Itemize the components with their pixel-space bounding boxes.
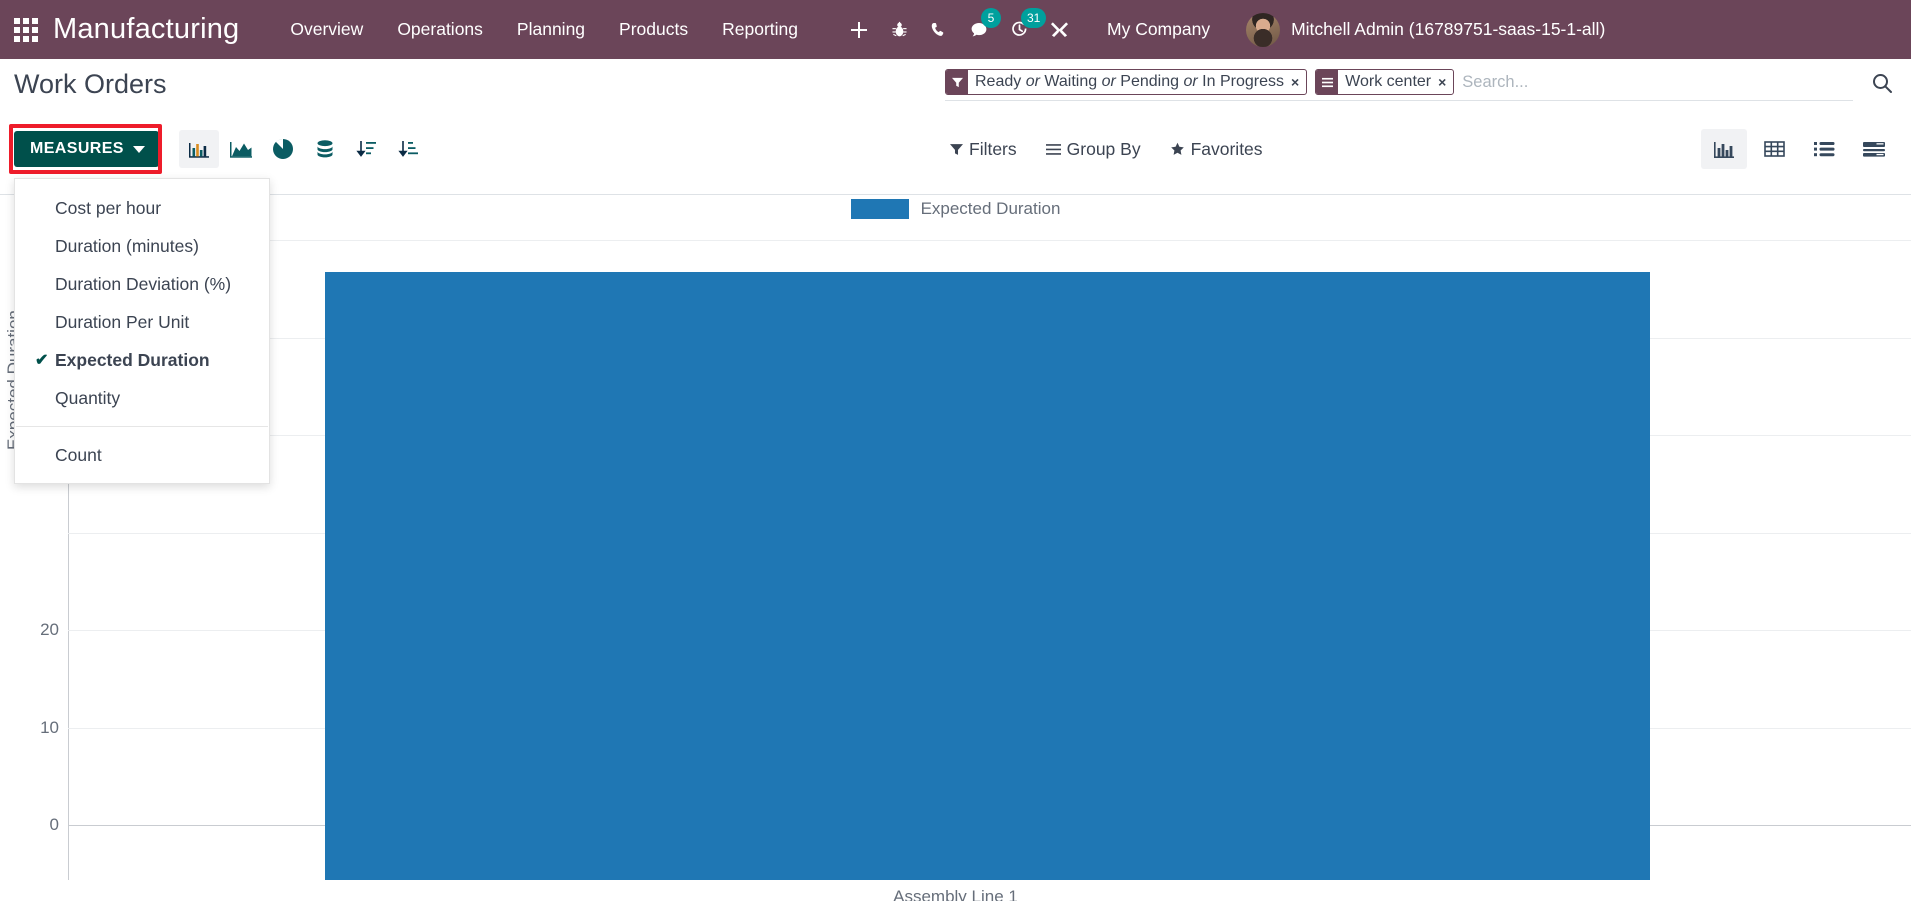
- star-icon: [1170, 142, 1184, 155]
- nav-item-operations[interactable]: Operations: [380, 0, 500, 59]
- bug-icon[interactable]: [879, 0, 919, 59]
- search-facet-workcenter[interactable]: Work center ×: [1315, 69, 1455, 95]
- tools-icon[interactable]: [1039, 0, 1079, 59]
- bar-chart-icon[interactable]: [178, 130, 219, 168]
- stacked-icon[interactable]: [305, 130, 345, 168]
- search-input[interactable]: [1462, 72, 1853, 92]
- y-tick-label: 10: [40, 717, 59, 737]
- user-menu[interactable]: Mitchell Admin (16789751-saas-15-1-all): [1246, 12, 1606, 47]
- phone-icon[interactable]: [919, 0, 959, 59]
- view-switcher: [1701, 121, 1897, 177]
- filters-menu-label: Filters: [969, 138, 1017, 159]
- favorites-menu[interactable]: Favorites: [1170, 139, 1263, 160]
- measure-item-expected-duration[interactable]: ✔ Expected Duration: [15, 341, 269, 379]
- measure-item-label: Count: [55, 444, 102, 465]
- chart-tools: [178, 130, 429, 168]
- avatar: [1246, 12, 1281, 47]
- nav-item-products[interactable]: Products: [602, 0, 705, 59]
- plus-icon[interactable]: [839, 0, 879, 59]
- measure-item-duration-minutes[interactable]: Duration (minutes): [15, 227, 269, 265]
- measure-item-label: Quantity: [55, 387, 121, 408]
- nav-item-reporting[interactable]: Reporting: [705, 0, 815, 59]
- graph-view-button[interactable]: [1701, 129, 1747, 169]
- measure-item-label: Duration Per Unit: [55, 311, 190, 332]
- sort-descending-icon[interactable]: [347, 130, 387, 168]
- messages-icon[interactable]: 5: [959, 0, 1001, 59]
- username-label: Mitchell Admin (16789751-saas-15-1-all): [1291, 19, 1606, 39]
- messages-badge: 5: [981, 8, 1001, 28]
- remove-facet-status-icon[interactable]: ×: [1291, 70, 1306, 94]
- apps-grid-icon[interactable]: [13, 17, 39, 43]
- bar-assembly-line-1[interactable]: [325, 272, 1650, 880]
- measures-dropdown-menu[interactable]: Cost per hour Duration (minutes) Duratio…: [14, 178, 270, 484]
- measure-item-label: Cost per hour: [55, 197, 162, 218]
- group-by-menu[interactable]: Group By: [1045, 138, 1141, 160]
- pivot-view-button[interactable]: [1751, 129, 1797, 169]
- top-navbar: Manufacturing Overview Operations Planni…: [0, 0, 1911, 59]
- gridline: [68, 240, 1911, 241]
- control-panel: Work Orders Ready or Waiting or Pending …: [0, 59, 1911, 195]
- search-view[interactable]: Ready or Waiting or Pending or In Progre…: [945, 69, 1853, 101]
- measure-item-label: Duration (minutes): [55, 235, 199, 256]
- funnel-icon: [946, 70, 968, 94]
- plot-area: 30 20 10 0: [40, 240, 1911, 880]
- sort-ascending-icon[interactable]: [389, 130, 429, 168]
- search-facet-status[interactable]: Ready or Waiting or Pending or In Progre…: [945, 69, 1308, 95]
- legend-swatch-expected-duration: [850, 199, 909, 219]
- x-tick-label: Assembly Line 1: [893, 887, 1018, 901]
- funnel-icon: [950, 143, 963, 155]
- activities-icon[interactable]: 31: [999, 0, 1047, 59]
- bars-icon: [1316, 70, 1339, 94]
- group-by-menu-label: Group By: [1066, 138, 1141, 159]
- measures-button-label: MEASURES: [30, 140, 124, 157]
- page-title: Work Orders: [14, 69, 167, 99]
- measures-wrap: MEASURES: [9, 124, 162, 174]
- control-panel-bottom-row: MEASURES Filters Group By Favorites: [0, 121, 1911, 177]
- favorites-menu-label: Favorites: [1190, 138, 1263, 159]
- measure-item-quantity[interactable]: Quantity: [15, 379, 269, 417]
- legend-label-expected-duration: Expected Duration: [920, 199, 1061, 218]
- filter-menus: Filters Group By Favorites: [950, 121, 1263, 177]
- line-chart-icon[interactable]: [221, 130, 261, 168]
- measure-item-duration-per-unit[interactable]: Duration Per Unit: [15, 303, 269, 341]
- app-brand-title[interactable]: Manufacturing: [53, 13, 239, 46]
- remove-facet-workcenter-icon[interactable]: ×: [1438, 70, 1453, 94]
- nav-item-planning[interactable]: Planning: [500, 0, 602, 59]
- measure-item-cost-per-hour[interactable]: Cost per hour: [15, 189, 269, 227]
- search-facet-status-label: Ready or Waiting or Pending or In Progre…: [975, 73, 1284, 90]
- measure-item-label: Expected Duration: [55, 349, 210, 370]
- search-area: Ready or Waiting or Pending or In Progre…: [945, 69, 1911, 101]
- measures-button[interactable]: MEASURES: [14, 131, 159, 167]
- chart-legend[interactable]: Expected Duration: [0, 199, 1911, 219]
- list-view-button[interactable]: [1801, 129, 1847, 169]
- measure-item-duration-deviation[interactable]: Duration Deviation (%): [15, 265, 269, 303]
- check-icon: ✔: [35, 352, 49, 369]
- y-tick-label: 20: [40, 620, 59, 639]
- graph-view: Expected Duration Expected Duration 30 2…: [0, 195, 1911, 901]
- filters-menu[interactable]: Filters: [950, 139, 1017, 160]
- company-switcher[interactable]: My Company: [1093, 19, 1224, 40]
- measure-item-count[interactable]: Count: [15, 436, 269, 474]
- chevron-down-icon: [132, 145, 145, 153]
- magnifier-icon[interactable]: [1853, 69, 1911, 95]
- menu-divider: [16, 426, 268, 427]
- pie-chart-icon[interactable]: [263, 130, 303, 168]
- nav-item-overview[interactable]: Overview: [273, 0, 380, 59]
- kanban-view-button[interactable]: [1851, 129, 1897, 169]
- y-tick-label: 0: [49, 815, 59, 834]
- search-facet-workcenter-label: Work center: [1345, 73, 1432, 90]
- bars-icon: [1045, 143, 1061, 155]
- measure-item-label: Duration Deviation (%): [55, 273, 232, 294]
